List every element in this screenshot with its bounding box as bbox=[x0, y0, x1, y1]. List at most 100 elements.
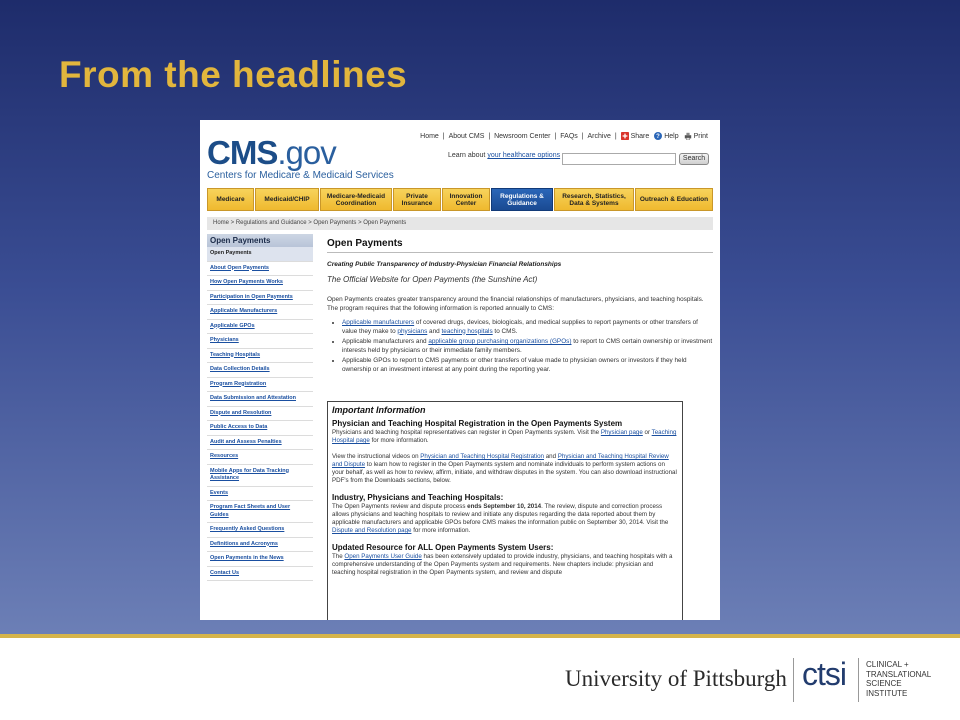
link-newsroom[interactable]: Newsroom Center bbox=[494, 133, 550, 140]
physicians-link[interactable]: physicians bbox=[397, 328, 427, 335]
print-label: Print bbox=[693, 132, 708, 140]
sidebar-item[interactable]: About Open Payments bbox=[207, 262, 313, 276]
ctsi-line: INSTITUTE bbox=[866, 688, 908, 698]
slide: From the headlines CMS.gov Centers for M… bbox=[0, 0, 960, 720]
sidebar-item[interactable]: Contact Us bbox=[207, 567, 313, 581]
sidebar-item[interactable]: Program Registration bbox=[207, 378, 313, 392]
sidebar-item[interactable]: Dispute and Resolution bbox=[207, 407, 313, 421]
breadcrumb[interactable]: Home > Regulations and Guidance > Open P… bbox=[207, 217, 713, 230]
separator: | bbox=[442, 132, 445, 140]
help-icon: ? bbox=[654, 132, 663, 140]
svg-text:?: ? bbox=[656, 134, 660, 140]
info-section-heading: Industry, Physicians and Teaching Hospit… bbox=[332, 493, 504, 502]
nav-regulations-guidance[interactable]: Regulations & Guidance bbox=[491, 188, 553, 211]
sidebar-item[interactable]: Frequently Asked Questions bbox=[207, 523, 313, 538]
ctsi-wordmark: ctsi bbox=[802, 656, 847, 692]
nav-private-insurance[interactable]: Private Insurance bbox=[393, 188, 441, 211]
sidebar-item[interactable]: Open Payments bbox=[207, 247, 313, 262]
sidebar-item[interactable]: Applicable GPOs bbox=[207, 320, 313, 334]
share-label: Share bbox=[630, 132, 650, 140]
share-link[interactable]: Share bbox=[620, 132, 651, 140]
info-text: The bbox=[332, 553, 345, 560]
info-paragraph: The Open Payments User Guide has been ex… bbox=[332, 553, 678, 577]
ctsi-line: SCIENCE bbox=[866, 679, 902, 688]
sidebar-item[interactable]: Mobile Apps for Data Tracking Assistance bbox=[207, 465, 313, 487]
slide-title: From the headlines bbox=[59, 54, 408, 95]
main-nav: Medicare Medicaid/CHIP Medicare-Medicaid… bbox=[207, 188, 713, 211]
title-rule bbox=[327, 252, 713, 253]
applicable-manufacturers-link[interactable]: Applicable manufacturers bbox=[342, 319, 414, 326]
logo-divider bbox=[858, 658, 859, 702]
requirements-list: Applicable manufacturers of covered drug… bbox=[342, 319, 713, 374]
nav-research-statistics[interactable]: Research, Statistics, Data & Systems bbox=[554, 188, 634, 211]
print-icon bbox=[684, 132, 691, 140]
separator: | bbox=[581, 132, 584, 140]
physician-page-link[interactable]: Physician page bbox=[601, 429, 643, 436]
registration-video-link[interactable]: Physician and Teaching Hospital Registra… bbox=[420, 453, 544, 460]
separator: | bbox=[554, 132, 557, 140]
nav-medicare-medicaid-coordination[interactable]: Medicare-Medicaid Coordination bbox=[320, 188, 392, 211]
nav-outreach-education[interactable]: Outreach & Education bbox=[635, 188, 713, 211]
sidebar-item[interactable]: Audit and Assess Penalties bbox=[207, 436, 313, 450]
sidebar-item[interactable]: Teaching Hospitals bbox=[207, 349, 313, 363]
sidebar-item[interactable]: Program Fact Sheets and User Guides bbox=[207, 501, 313, 523]
logo-gov-text: .gov bbox=[277, 134, 336, 171]
gpo-link[interactable]: applicable group purchasing organization… bbox=[428, 338, 571, 345]
info-text: for more information. bbox=[411, 527, 471, 534]
ctsi-line: CLINICAL + bbox=[866, 660, 909, 669]
sidebar-item[interactable]: Resources bbox=[207, 450, 313, 465]
info-paragraph: Physicians and teaching hospital represe… bbox=[332, 429, 678, 445]
link-about-cms[interactable]: About CMS bbox=[449, 133, 485, 140]
help-link[interactable]: ? Help bbox=[654, 132, 679, 140]
list-item: Applicable manufacturers and applicable … bbox=[342, 338, 713, 355]
learn-about: Learn about your healthcare options bbox=[448, 152, 560, 159]
important-info-box: Important Information Physician and Teac… bbox=[327, 401, 683, 620]
ctsi-full-name: CLINICAL + TRANSLATIONAL SCIENCE INSTITU… bbox=[866, 660, 931, 698]
sidebar-item[interactable]: Physicians bbox=[207, 334, 313, 349]
sidebar: Open Payments Open Payments About Open Pa… bbox=[207, 234, 313, 614]
teaching-hospitals-link[interactable]: teaching hospitals bbox=[441, 328, 492, 335]
sidebar-item[interactable]: Data Collection Details bbox=[207, 363, 313, 378]
dispute-resolution-link[interactable]: Dispute and Resolution page bbox=[332, 527, 411, 534]
list-item: Applicable manufacturers of covered drug… bbox=[342, 319, 713, 336]
sidebar-item[interactable]: Applicable Manufacturers bbox=[207, 305, 313, 320]
learn-prefix: Learn about bbox=[448, 152, 486, 159]
search-button[interactable]: Search bbox=[679, 153, 709, 165]
page-title: Open Payments bbox=[327, 238, 403, 249]
sidebar-item[interactable]: Public Access to Data bbox=[207, 421, 313, 436]
info-text: The Open Payments review and dispute pro… bbox=[332, 503, 468, 510]
nav-innovation-center[interactable]: Innovation Center bbox=[442, 188, 490, 211]
cms-screenshot: CMS.gov Centers for Medicare & Medicaid … bbox=[200, 120, 720, 620]
cms-logo[interactable]: CMS.gov Centers for Medicare & Medicaid … bbox=[207, 136, 394, 181]
official-tagline: The Official Website for Open Payments (… bbox=[327, 275, 538, 284]
separator: | bbox=[614, 132, 617, 140]
sidebar-list: Open Payments About Open Payments How Open… bbox=[207, 247, 313, 581]
print-link[interactable]: Print bbox=[684, 132, 709, 140]
info-text: to learn how to register in the Open Pay… bbox=[332, 461, 677, 484]
page-subtitle: Creating Public Transparency of Industry… bbox=[327, 261, 562, 268]
utility-links: Home | About CMS | Newsroom Center | FAQ… bbox=[419, 132, 710, 140]
university-logo: University of Pittsburgh bbox=[565, 666, 787, 691]
user-guide-link[interactable]: Open Payments User Guide bbox=[344, 553, 421, 560]
sidebar-item[interactable]: Participation in Open Payments bbox=[207, 291, 313, 305]
sidebar-item[interactable]: Events bbox=[207, 487, 313, 501]
bullet-text: Applicable manufacturers and bbox=[342, 338, 429, 345]
main-content: Open Payments Creating Public Transparen… bbox=[327, 238, 713, 376]
sidebar-item[interactable]: Data Submission and Attestation bbox=[207, 392, 313, 407]
info-text: View the instructional videos on bbox=[332, 453, 421, 460]
info-section-heading: Physician and Teaching Hospital Registra… bbox=[332, 419, 623, 428]
link-faqs[interactable]: FAQs bbox=[560, 133, 578, 140]
info-text: or bbox=[642, 429, 652, 436]
search-input[interactable] bbox=[562, 153, 676, 165]
nav-medicare[interactable]: Medicare bbox=[207, 188, 254, 211]
link-archive[interactable]: Archive bbox=[588, 133, 611, 140]
link-home[interactable]: Home bbox=[420, 133, 439, 140]
healthcare-options-link[interactable]: your healthcare options bbox=[487, 152, 560, 159]
sidebar-item[interactable]: Definitions and Acronyms bbox=[207, 538, 313, 552]
sidebar-item[interactable]: How Open Payments Works bbox=[207, 276, 313, 291]
nav-medicaid-chip[interactable]: Medicaid/CHIP bbox=[255, 188, 319, 211]
info-text: for more information. bbox=[369, 437, 429, 444]
deadline-text: ends September 10, 2014 bbox=[467, 503, 542, 510]
sidebar-item[interactable]: Open Payments in the News bbox=[207, 552, 313, 567]
logo-subtitle: Centers for Medicare & Medicaid Services bbox=[207, 170, 394, 181]
